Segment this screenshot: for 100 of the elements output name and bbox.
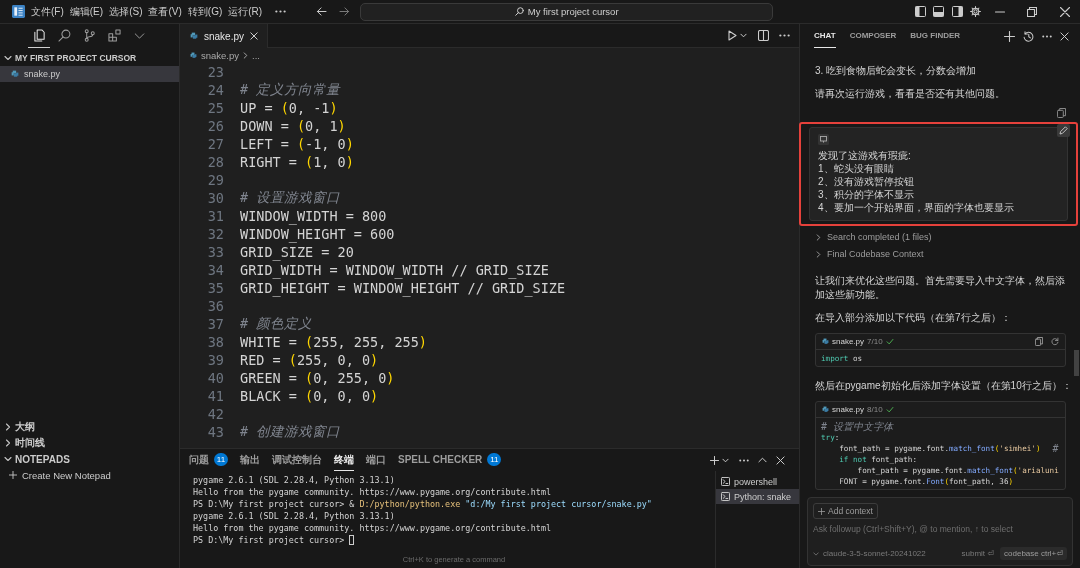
code-text: # 设置游戏窗口 bbox=[240, 189, 341, 207]
branch-icon bbox=[82, 29, 96, 42]
forward-arrow-icon[interactable] bbox=[339, 7, 351, 16]
settings-icon[interactable] bbox=[970, 6, 981, 17]
terminal-tab[interactable]: Python: snake bbox=[716, 489, 799, 504]
menu-item[interactable]: 文件(F) bbox=[31, 4, 64, 19]
folder-title[interactable]: MY FIRST PROJECT CURSOR bbox=[15, 53, 137, 63]
user-message[interactable]: 发现了这游戏有瑕疵: 1、蛇头没有眼睛 2、没有游戏暂停按钮 3、积分的字体不显示 4、要加一个开始界面，界面的字体也要显示 bbox=[809, 127, 1068, 221]
back-arrow-icon[interactable] bbox=[316, 7, 328, 16]
chevron-right-icon[interactable] bbox=[4, 423, 12, 431]
progress-text: 8/10 bbox=[867, 405, 883, 414]
breadcrumb-item[interactable]: ... bbox=[252, 49, 260, 61]
menu-item[interactable]: 选择(S) bbox=[109, 4, 143, 19]
more-icon[interactable] bbox=[739, 458, 749, 462]
extensions-icon bbox=[107, 29, 121, 42]
line-number: 28 bbox=[206, 154, 224, 170]
collapsible-step[interactable]: Search completed (1 files) bbox=[815, 230, 1074, 244]
more-icon[interactable] bbox=[275, 10, 287, 13]
model-selector[interactable]: claude-3-5-sonnet-20241022 bbox=[813, 549, 926, 558]
python-file-icon bbox=[190, 51, 197, 59]
menu-item[interactable]: 编辑(E) bbox=[69, 4, 104, 19]
editor-tab[interactable]: snake.py bbox=[180, 24, 269, 48]
file-item[interactable]: snake.py bbox=[0, 66, 179, 82]
close-icon[interactable] bbox=[250, 32, 259, 40]
section-header[interactable]: NOTEPADS bbox=[15, 453, 70, 465]
chevron-down-icon[interactable] bbox=[4, 54, 12, 62]
panel-tab[interactable]: 终端 bbox=[334, 449, 354, 471]
restore-icon[interactable] bbox=[1027, 6, 1037, 17]
line-number: 35 bbox=[206, 280, 224, 296]
scrollbar-thumb[interactable] bbox=[1074, 350, 1079, 376]
files-icon bbox=[32, 29, 46, 42]
panel-toggle-icon[interactable] bbox=[933, 6, 944, 17]
code-text: GRID_HEIGHT = WINDOW_HEIGHT // GRID_SIZE bbox=[240, 280, 566, 296]
chevron-down-icon[interactable] bbox=[4, 455, 12, 463]
search-icon bbox=[57, 29, 71, 42]
chat-text: 请再次运行游戏，看看是否还有其他问题。 bbox=[815, 87, 1006, 101]
code-text: GRID_SIZE = 20 bbox=[240, 244, 354, 260]
codebase-button[interactable]: codebase ctrl+⏎ bbox=[1000, 547, 1067, 560]
chevron-down-icon[interactable] bbox=[740, 33, 747, 38]
code-text: GRID_WIDTH = WINDOW_WIDTH // GRID_SIZE bbox=[240, 262, 549, 278]
chevron-up-icon[interactable] bbox=[758, 457, 767, 463]
chevron-right-icon[interactable] bbox=[4, 439, 12, 447]
code-line: # 设置中文字体 bbox=[821, 421, 895, 432]
message-line: 3、积分的字体不显示 bbox=[818, 188, 915, 201]
sidebar-toggle-icon[interactable] bbox=[914, 6, 926, 17]
panel-tab[interactable]: SPELL CHECKER 11 bbox=[398, 449, 502, 471]
command-center[interactable]: My first project cursor bbox=[360, 2, 774, 21]
refresh-icon[interactable] bbox=[1051, 337, 1059, 346]
run-icon[interactable] bbox=[728, 30, 737, 41]
line-number: 38 bbox=[206, 334, 224, 350]
chat-tab[interactable]: CHAT bbox=[814, 24, 836, 48]
panel-tab[interactable]: 端口 bbox=[366, 449, 386, 471]
menu-item[interactable]: 查看(V) bbox=[148, 4, 182, 19]
section-header[interactable]: 时间线 bbox=[15, 436, 45, 450]
add-context-button[interactable]: Add context bbox=[813, 503, 878, 519]
menu-item[interactable]: 运行(R) bbox=[228, 4, 263, 19]
close-icon[interactable] bbox=[1060, 6, 1070, 17]
code-text: # 定义方向常量 bbox=[240, 81, 341, 99]
plus-icon[interactable] bbox=[1004, 30, 1015, 42]
menu-item[interactable]: 转到(G) bbox=[187, 4, 223, 19]
panel-tab[interactable]: 输出 bbox=[240, 449, 260, 471]
submit-button[interactable]: submit ⏎ bbox=[961, 549, 995, 558]
breadcrumb-item[interactable]: snake.py bbox=[201, 49, 240, 61]
file-name[interactable]: snake.py bbox=[832, 337, 865, 346]
history-icon[interactable] bbox=[1023, 30, 1034, 42]
message-line: 2、没有游戏暂停按钮 bbox=[818, 175, 915, 188]
code-text: DOWN = (0, 1) bbox=[240, 118, 346, 134]
panel-tab[interactable]: 调试控制台 bbox=[272, 449, 322, 471]
copy-icon[interactable] bbox=[1057, 108, 1066, 118]
code-text: UP = (0, -1) bbox=[240, 100, 338, 116]
chevron-down-icon[interactable] bbox=[722, 457, 729, 463]
file-name[interactable]: snake.py bbox=[832, 405, 865, 414]
chat-tab[interactable]: COMPOSER bbox=[849, 24, 897, 48]
chat-tab[interactable]: BUG FINDER bbox=[910, 24, 961, 48]
close-icon[interactable] bbox=[776, 455, 785, 465]
line-number: 26 bbox=[206, 118, 224, 134]
more-icon[interactable] bbox=[779, 34, 790, 37]
secondary-sidebar-toggle-icon[interactable] bbox=[951, 6, 963, 17]
panel-tab[interactable]: 问题 11 bbox=[189, 449, 228, 471]
code-text: WHITE = (255, 255, 255) bbox=[240, 334, 427, 350]
monitor-icon[interactable] bbox=[818, 134, 829, 145]
sidebar-item[interactable]: Create New Notepad bbox=[0, 467, 179, 483]
line-number: 33 bbox=[206, 244, 224, 260]
more-icon[interactable] bbox=[1042, 34, 1052, 38]
line-number: 40 bbox=[206, 370, 224, 386]
pencil-icon[interactable] bbox=[1057, 124, 1070, 137]
chevron-right-icon bbox=[243, 51, 249, 59]
plus-icon[interactable] bbox=[710, 455, 719, 465]
python-file-icon bbox=[190, 32, 198, 40]
terminal-tab[interactable]: powershell bbox=[716, 474, 799, 489]
terminal-icon bbox=[721, 477, 730, 486]
split-editor-icon[interactable] bbox=[758, 30, 769, 41]
line-number: 34 bbox=[206, 262, 224, 278]
code-text: RED = (255, 0, 0) bbox=[240, 352, 379, 368]
section-header[interactable]: 大纲 bbox=[15, 420, 35, 434]
copy-icon[interactable] bbox=[1035, 337, 1043, 346]
close-icon[interactable] bbox=[1060, 31, 1069, 41]
chevron-down-icon bbox=[133, 32, 145, 39]
code-text: WINDOW_WIDTH = 800 bbox=[240, 208, 387, 224]
collapsible-step[interactable]: Final Codebase Context bbox=[815, 247, 1074, 261]
